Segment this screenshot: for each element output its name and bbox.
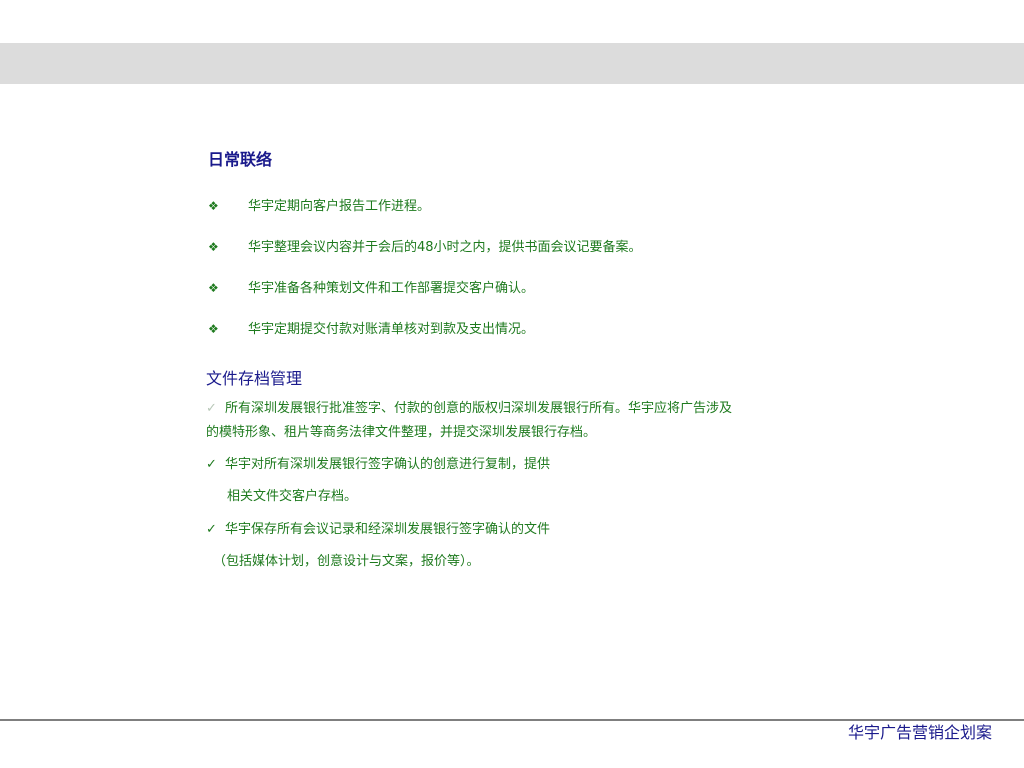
check-icon: ✓ <box>206 401 217 416</box>
top-band <box>0 43 1024 84</box>
daily-item-text: 华宇准备各种策划文件和工作部署提交客户确认。 <box>248 281 535 296</box>
archive-line-text: 所有深圳发展银行批准签字、付款的创意的版权归深圳发展银行所有。华宇应将广告涉及 <box>225 401 733 416</box>
daily-item-text: 华宇定期提交付款对账清单核对到款及支出情况。 <box>248 322 535 337</box>
daily-item: ❖ 华宇准备各种策划文件和工作部署提交客户确认。 <box>208 279 534 297</box>
diamond-bullet-icon: ❖ <box>208 281 219 295</box>
archive-line: ✓ 华宇保存所有会议记录和经深圳发展银行签字确认的文件 <box>206 521 550 539</box>
check-icon: ✓ <box>206 457 217 472</box>
archive-line-text: 华宇保存所有会议记录和经深圳发展银行签字确认的文件 <box>225 522 551 537</box>
footer-divider <box>0 719 1024 721</box>
archive-line: 的模特形象、租片等商务法律文件整理，并提交深圳发展银行存档。 <box>206 425 597 440</box>
daily-item-text: 华宇整理会议内容并于会后的48小时之内，提供书面会议记要备案。 <box>248 240 642 255</box>
diamond-bullet-icon: ❖ <box>208 322 219 336</box>
archive-line: （包括媒体计划，创意设计与文案，报价等）。 <box>213 554 480 569</box>
archive-line-text: 华宇对所有深圳发展银行签字确认的创意进行复制，提供 <box>225 457 551 472</box>
archive-line: ✓ 所有深圳发展银行批准签字、付款的创意的版权归深圳发展银行所有。华宇应将广告涉及 <box>206 400 732 418</box>
diamond-bullet-icon: ❖ <box>208 240 219 254</box>
slide-page: 日常联络 ❖ 华宇定期向客户报告工作进程。 ❖ 华宇整理会议内容并于会后的48小时之… <box>0 0 1024 768</box>
daily-item-text: 华宇定期向客户报告工作进程。 <box>248 199 431 214</box>
daily-item: ❖ 华宇整理会议内容并于会后的48小时之内，提供书面会议记要备案。 <box>208 238 642 256</box>
archive-line: 相关文件交客户存档。 <box>227 489 358 504</box>
archive-heading: 文件存档管理 <box>206 369 303 388</box>
daily-item: ❖ 华宇定期向客户报告工作进程。 <box>208 197 430 215</box>
check-icon: ✓ <box>206 522 217 537</box>
daily-item: ❖ 华宇定期提交付款对账清单核对到款及支出情况。 <box>208 320 534 338</box>
diamond-bullet-icon: ❖ <box>208 199 219 213</box>
daily-contact-heading: 日常联络 <box>208 150 273 169</box>
footer-title: 华宇广告营销企划案 <box>847 723 992 742</box>
archive-line: ✓ 华宇对所有深圳发展银行签字确认的创意进行复制，提供 <box>206 456 550 474</box>
